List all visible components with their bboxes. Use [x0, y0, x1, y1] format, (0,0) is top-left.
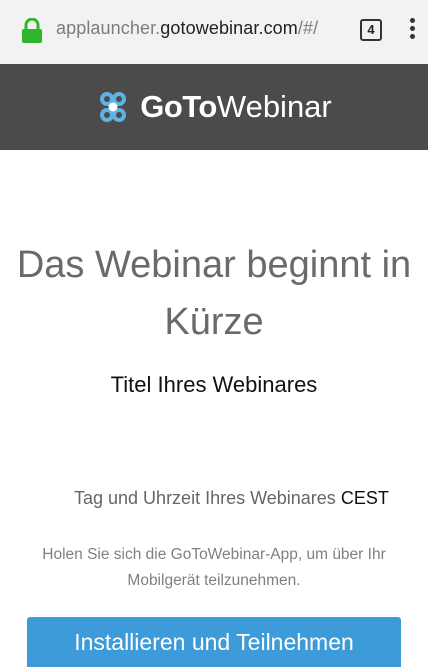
url-suffix: /#/ [297, 18, 319, 38]
url-field[interactable]: applauncher.gotowebinar.com/#/ [56, 18, 348, 39]
app-header: GoTo Webinar [0, 64, 428, 150]
install-and-join-button[interactable]: Installieren und Teilnehmen [27, 617, 401, 667]
url-prefix: applauncher. [56, 18, 161, 38]
timezone-label: CEST [340, 488, 389, 508]
browser-url-bar: applauncher.gotowebinar.com/#/ 4 [0, 0, 428, 64]
webinar-title: Titel Ihres Webinares [110, 372, 318, 397]
brand-name-light: Webinar [216, 89, 332, 124]
gotowebinar-logo-icon [100, 92, 127, 122]
brand-name-bold: GoTo [140, 89, 217, 124]
webinar-datetime-text: Tag und Uhrzeit Ihres Webinares [74, 488, 336, 508]
tabs-icon[interactable]: 4 [360, 19, 382, 41]
page-headline: Das Webinar beginnt in Kürze [16, 244, 412, 344]
app-info-text: Holen Sie sich die GoToWebinar-App, um ü… [42, 546, 386, 589]
url-host: gotowebinar.com [160, 18, 298, 38]
lock-icon [22, 18, 42, 43]
gotowebinar-logo: GoTo Webinar [96, 89, 332, 125]
overflow-menu-icon[interactable] [404, 18, 420, 44]
webinar-datetime: Tag und Uhrzeit Ihres Webinares CEST [74, 488, 428, 509]
